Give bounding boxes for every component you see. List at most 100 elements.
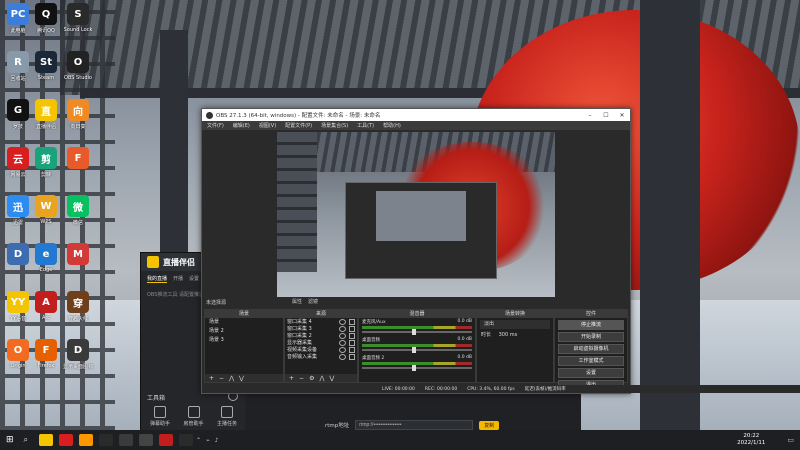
source-item[interactable]: 音频输入采集 xyxy=(285,353,357,360)
slider-handle[interactable] xyxy=(411,365,416,371)
remove-icon[interactable]: − xyxy=(299,375,304,382)
obs-titlebar[interactable]: OBS 27.1.3 (64-bit, windows) - 配置文件: 未命名… xyxy=(202,109,630,121)
taskbar-app-icon[interactable] xyxy=(59,434,74,446)
search-icon[interactable]: ⌕ xyxy=(24,435,28,445)
danmu-helper-button[interactable]: 弹幕助手 xyxy=(145,406,175,427)
menu-tools[interactable]: 工具(T) xyxy=(357,122,374,129)
volume-icon[interactable]: ♪ xyxy=(215,437,219,444)
mixer-channel: 桌面音频 0.0 dB xyxy=(359,336,475,354)
eye-icon[interactable] xyxy=(339,318,346,325)
rtmp-copy-button[interactable]: 复制 xyxy=(479,420,500,430)
desktop-icon[interactable]: M xyxy=(60,243,96,267)
taskbar-app-icon[interactable] xyxy=(159,434,174,446)
taskbar-app-icon[interactable] xyxy=(39,434,54,446)
desktop-icon[interactable]: 微微信 xyxy=(60,195,96,226)
desktop-icon[interactable]: St Steam xyxy=(28,51,64,81)
taskbar-app-icon[interactable] xyxy=(179,434,194,446)
stop-streaming-button[interactable]: 停止推流 xyxy=(558,320,624,330)
lock-icon[interactable] xyxy=(349,332,355,339)
eye-icon[interactable] xyxy=(339,339,346,346)
eye-icon[interactable] xyxy=(339,325,346,332)
lock-icon[interactable] xyxy=(349,346,355,353)
eye-icon[interactable] xyxy=(339,332,346,339)
room-manager-button[interactable]: 房管助手 xyxy=(179,406,209,427)
menu-profile[interactable]: 配置文件(P) xyxy=(285,122,312,129)
app-icon: 微 xyxy=(67,195,89,217)
source-item[interactable]: 窗口采集 2 xyxy=(285,332,357,339)
taskbar-app-icon[interactable] xyxy=(139,434,154,446)
chevron-up-icon[interactable]: ⌃ xyxy=(196,437,201,444)
desktop-icon[interactable]: Q 腾讯QQ xyxy=(28,3,64,34)
desktop-icon[interactable]: D 显示桌面图标 xyxy=(60,339,96,370)
desktop-icon[interactable]: F Firefox xyxy=(28,339,64,369)
add-icon[interactable]: + xyxy=(209,375,214,382)
system-tray: ⌃ ⌁ ♪ xyxy=(196,437,219,444)
network-icon[interactable]: ⌁ xyxy=(206,437,210,444)
start-recording-button[interactable]: 开始录制 xyxy=(558,332,624,342)
lock-icon[interactable] xyxy=(349,318,355,325)
menu-view[interactable]: 视图(V) xyxy=(259,122,276,129)
obs-preview[interactable] xyxy=(277,132,555,297)
lock-icon[interactable] xyxy=(349,353,355,360)
duration-input[interactable]: 300 ms xyxy=(499,332,518,338)
close-icon[interactable]: ✕ xyxy=(614,112,630,119)
lock-icon[interactable] xyxy=(349,325,355,332)
down-icon[interactable]: ⋁ xyxy=(329,375,334,382)
start-icon[interactable]: ⊞ xyxy=(6,435,14,445)
taskbar-app-icon[interactable] xyxy=(119,434,134,446)
taskbar-app-icon[interactable] xyxy=(99,434,114,446)
virtual-camera-button[interactable]: 启动虚拟摄像机 xyxy=(558,344,624,354)
desktop-icon[interactable]: F xyxy=(60,147,96,171)
source-item[interactable]: 显示器采集 xyxy=(285,339,357,346)
helper-tab-start[interactable]: 开播 xyxy=(173,275,183,283)
eye-icon[interactable] xyxy=(339,346,346,353)
add-icon[interactable]: + xyxy=(289,375,294,382)
desktop-icon[interactable]: W WPS xyxy=(28,195,64,225)
scene-item[interactable]: 场景 3 xyxy=(205,336,283,345)
source-item[interactable]: 视频采集设备 xyxy=(285,346,357,353)
eye-icon[interactable] xyxy=(339,353,346,360)
desktop-icon[interactable]: S Sound Lock xyxy=(60,3,96,33)
minimize-icon[interactable]: – xyxy=(582,112,598,119)
volume-slider[interactable] xyxy=(362,365,472,371)
desktop-icon[interactable]: 向向日葵 xyxy=(60,99,96,130)
host-task-button[interactable]: 主播任务 xyxy=(212,406,242,427)
slider-handle[interactable] xyxy=(411,347,416,353)
helper-tab-settings[interactable]: 设置 xyxy=(189,275,199,283)
source-item[interactable]: 窗口采集 3 xyxy=(285,325,357,332)
notification-icon[interactable]: ▭ xyxy=(787,436,794,444)
lock-icon[interactable] xyxy=(349,339,355,346)
rtmp-url-input[interactable] xyxy=(355,420,474,430)
slider-handle[interactable] xyxy=(411,329,416,335)
gear-icon[interactable]: ⚙ xyxy=(309,375,314,382)
source-item[interactable]: 窗口采集 4 xyxy=(285,318,357,325)
settings-button[interactable]: 设置 xyxy=(558,368,624,378)
menu-edit[interactable]: 编辑(E) xyxy=(233,122,250,129)
menu-file[interactable]: 文件(F) xyxy=(207,122,224,129)
app-icon: PC xyxy=(7,3,29,25)
scene-item[interactable]: 场景 xyxy=(205,318,283,327)
transition-type-select[interactable]: 淡出 xyxy=(480,320,550,329)
helper-tab-live[interactable]: 我的直播 xyxy=(147,275,168,283)
menu-help[interactable]: 帮助(H) xyxy=(383,122,401,129)
desktop-icon[interactable]: 剪剪映 xyxy=(28,147,64,178)
up-icon[interactable]: ⋀ xyxy=(319,375,324,382)
up-icon[interactable]: ⋀ xyxy=(229,375,234,382)
desktop-icon[interactable]: O OBS Studio xyxy=(60,51,96,81)
properties-button[interactable]: 属性 xyxy=(292,298,302,305)
volume-slider[interactable] xyxy=(362,329,472,335)
desktop-icon[interactable]: 穿穿越火线 xyxy=(60,291,96,322)
desktop-icon[interactable]: 直直播伴侣 xyxy=(28,99,64,130)
remove-icon[interactable]: − xyxy=(219,375,224,382)
desktop-icon[interactable]: A Arc xyxy=(28,291,64,321)
filters-button[interactable]: 滤镜 xyxy=(308,298,318,305)
desktop-icon[interactable]: e Edge xyxy=(28,243,64,273)
volume-slider[interactable] xyxy=(362,347,472,353)
taskbar-app-icon[interactable] xyxy=(79,434,94,446)
down-icon[interactable]: ⋁ xyxy=(239,375,244,382)
menu-scene-collection[interactable]: 场景集合(S) xyxy=(321,122,348,129)
studio-mode-button[interactable]: 工作室模式 xyxy=(558,356,624,366)
maximize-icon[interactable]: ☐ xyxy=(598,112,614,119)
taskbar-clock[interactable]: 20:22 2022/1/11 xyxy=(737,433,765,447)
scene-item[interactable]: 场景 2 xyxy=(205,327,283,336)
